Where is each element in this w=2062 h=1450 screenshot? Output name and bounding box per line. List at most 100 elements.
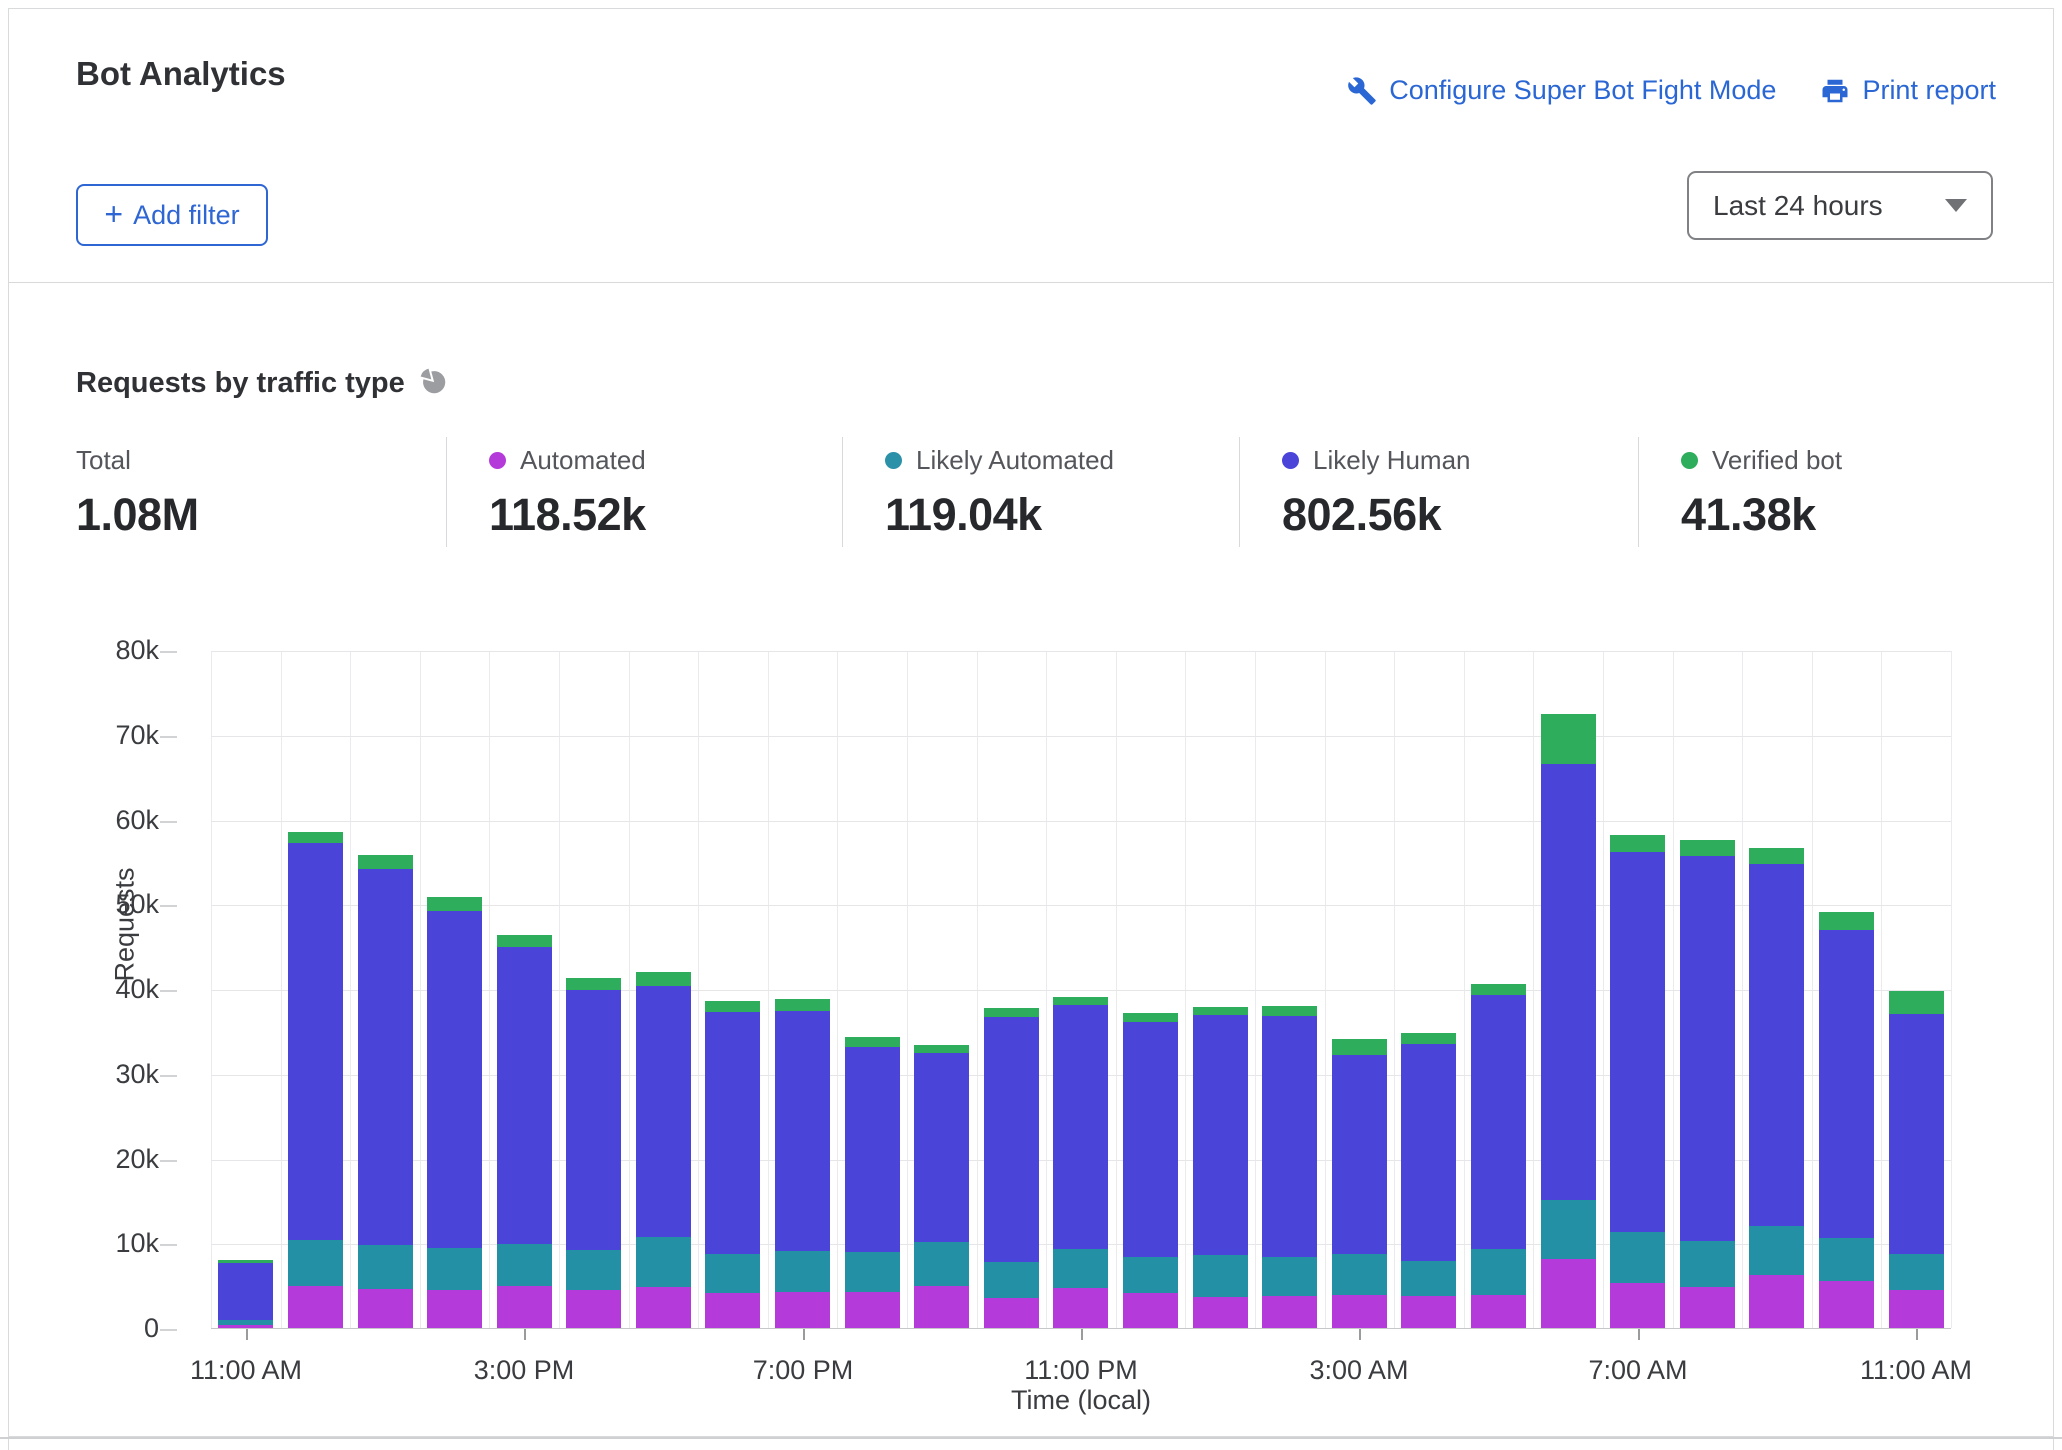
next-card-edge	[8, 1439, 2054, 1450]
x-tick-label: 7:00 AM	[1538, 1355, 1738, 1386]
bar-1100am	[1889, 991, 1944, 1328]
y-tick-label: 40k	[39, 974, 159, 1005]
bar-segment-automated	[1193, 1297, 1248, 1328]
bar-segment-likely-automated	[358, 1245, 413, 1289]
bar-segment-verified-bot	[1401, 1033, 1456, 1044]
bar-segment-automated	[1471, 1295, 1526, 1328]
bar-segment-likely-automated	[1053, 1249, 1108, 1288]
bar-segment-automated	[845, 1292, 900, 1328]
y-tick-label: 0	[39, 1313, 159, 1344]
bar-segment-likely-human	[1332, 1055, 1387, 1254]
y-tick-mark	[160, 990, 177, 992]
bar-1000am	[1819, 912, 1874, 1328]
time-range-value: Last 24 hours	[1713, 190, 1883, 222]
bar-segment-likely-human	[845, 1047, 900, 1252]
x-tick-mark	[1916, 1329, 1918, 1340]
bar-600am	[1541, 714, 1596, 1328]
stat-likely-human[interactable]: Likely Human 802.56k	[1239, 437, 1638, 547]
bar-segment-verified-bot	[914, 1045, 969, 1053]
bar-segment-automated	[1123, 1293, 1178, 1328]
bar-segment-likely-automated	[1819, 1238, 1874, 1281]
bar-segment-verified-bot	[705, 1001, 760, 1012]
y-tick-label: 50k	[39, 889, 159, 920]
stat-automated[interactable]: Automated 118.52k	[446, 437, 842, 547]
print-report-link[interactable]: Print report	[1820, 75, 1996, 106]
bar-segment-verified-bot	[1332, 1039, 1387, 1055]
bar-segment-likely-automated	[566, 1250, 621, 1290]
bar-segment-likely-human	[358, 869, 413, 1245]
bar-segment-automated	[218, 1325, 273, 1328]
bar-segment-likely-automated	[1541, 1200, 1596, 1259]
bar-segment-likely-human	[914, 1053, 969, 1242]
bar-segment-likely-automated	[845, 1252, 900, 1292]
stat-likely-human-value: 802.56k	[1282, 489, 1628, 541]
bar-segment-verified-bot	[1471, 984, 1526, 995]
bar-segment-automated	[914, 1286, 969, 1328]
x-tick-mark	[1081, 1329, 1083, 1340]
y-tick-mark	[160, 1244, 177, 1246]
print-link-label: Print report	[1862, 75, 1996, 106]
bar-segment-likely-human	[1471, 995, 1526, 1249]
bar-segment-likely-human	[636, 986, 691, 1237]
bar-segment-verified-bot	[497, 935, 552, 947]
x-tick-mark	[1359, 1329, 1361, 1340]
bar-segment-likely-human	[1749, 864, 1804, 1226]
bar-segment-likely-human	[1193, 1015, 1248, 1255]
bar-segment-likely-automated	[1610, 1232, 1665, 1283]
x-tick-mark	[1638, 1329, 1640, 1340]
stat-likely-automated-value: 119.04k	[885, 489, 1229, 541]
header-links: Configure Super Bot Fight Mode Print rep…	[1347, 75, 1996, 106]
bar-200pm	[427, 897, 482, 1328]
add-filter-button[interactable]: + Add filter	[76, 184, 268, 246]
page-title: Bot Analytics	[76, 55, 286, 93]
stat-likely-automated[interactable]: Likely Automated 119.04k	[842, 437, 1239, 547]
configure-super-bot-fight-mode-link[interactable]: Configure Super Bot Fight Mode	[1347, 75, 1776, 106]
bar-segment-automated	[566, 1290, 621, 1328]
bar-segment-likely-automated	[705, 1254, 760, 1293]
likely-automated-legend-dot	[885, 452, 902, 469]
bar-1200am	[1123, 1013, 1178, 1328]
stat-verified-bot[interactable]: Verified bot 41.38k	[1638, 437, 2055, 547]
bar-segment-likely-automated	[1889, 1254, 1944, 1290]
bar-segment-automated	[636, 1287, 691, 1328]
stat-likely-human-label: Likely Human	[1313, 445, 1471, 476]
bar-200am	[1262, 1006, 1317, 1328]
time-range-dropdown[interactable]: Last 24 hours	[1687, 171, 1993, 240]
bar-segment-likely-human	[1053, 1005, 1108, 1249]
requests-bar-chart	[211, 651, 1951, 1329]
x-tick-label: 11:00 PM	[981, 1355, 1181, 1386]
bar-segment-likely-human	[218, 1263, 273, 1320]
bar-segment-likely-human	[775, 1011, 830, 1251]
bar-segment-automated	[705, 1293, 760, 1328]
bot-analytics-card: Bot Analytics Configure Super Bot Fight …	[8, 8, 2054, 1437]
y-tick-mark	[160, 905, 177, 907]
bar-segment-likely-human	[705, 1012, 760, 1254]
bar-segment-likely-human	[1819, 930, 1874, 1238]
stat-verified-bot-value: 41.38k	[1681, 489, 2045, 541]
bar-segment-automated	[1262, 1296, 1317, 1328]
vertical-gridline	[1951, 651, 1952, 1328]
bar-segment-likely-human	[1680, 856, 1735, 1241]
bar-segment-likely-human	[1401, 1044, 1456, 1261]
bar-segment-automated	[1401, 1296, 1456, 1328]
horizontal-gridline	[211, 821, 1951, 822]
bar-300pm	[497, 935, 552, 1328]
bar-segment-automated	[1680, 1287, 1735, 1328]
bar-segment-verified-bot	[1680, 840, 1735, 856]
bar-segment-verified-bot	[1541, 714, 1596, 764]
bar-100pm	[358, 855, 413, 1328]
bar-segment-likely-automated	[984, 1262, 1039, 1298]
bar-segment-verified-bot	[427, 897, 482, 911]
bar-segment-verified-bot	[636, 972, 691, 986]
stat-likely-automated-label: Likely Automated	[916, 445, 1114, 476]
x-tick-label: 7:00 PM	[703, 1355, 903, 1386]
bar-segment-verified-bot	[1889, 991, 1944, 1014]
bar-segment-likely-human	[1262, 1016, 1317, 1257]
bar-segment-likely-human	[566, 990, 621, 1250]
y-tick-mark	[160, 736, 177, 738]
bar-700pm	[775, 999, 830, 1328]
bar-segment-likely-automated	[1262, 1257, 1317, 1296]
bar-segment-likely-human	[288, 843, 343, 1240]
bar-800am	[1680, 840, 1735, 1328]
bar-100am	[1193, 1007, 1248, 1328]
